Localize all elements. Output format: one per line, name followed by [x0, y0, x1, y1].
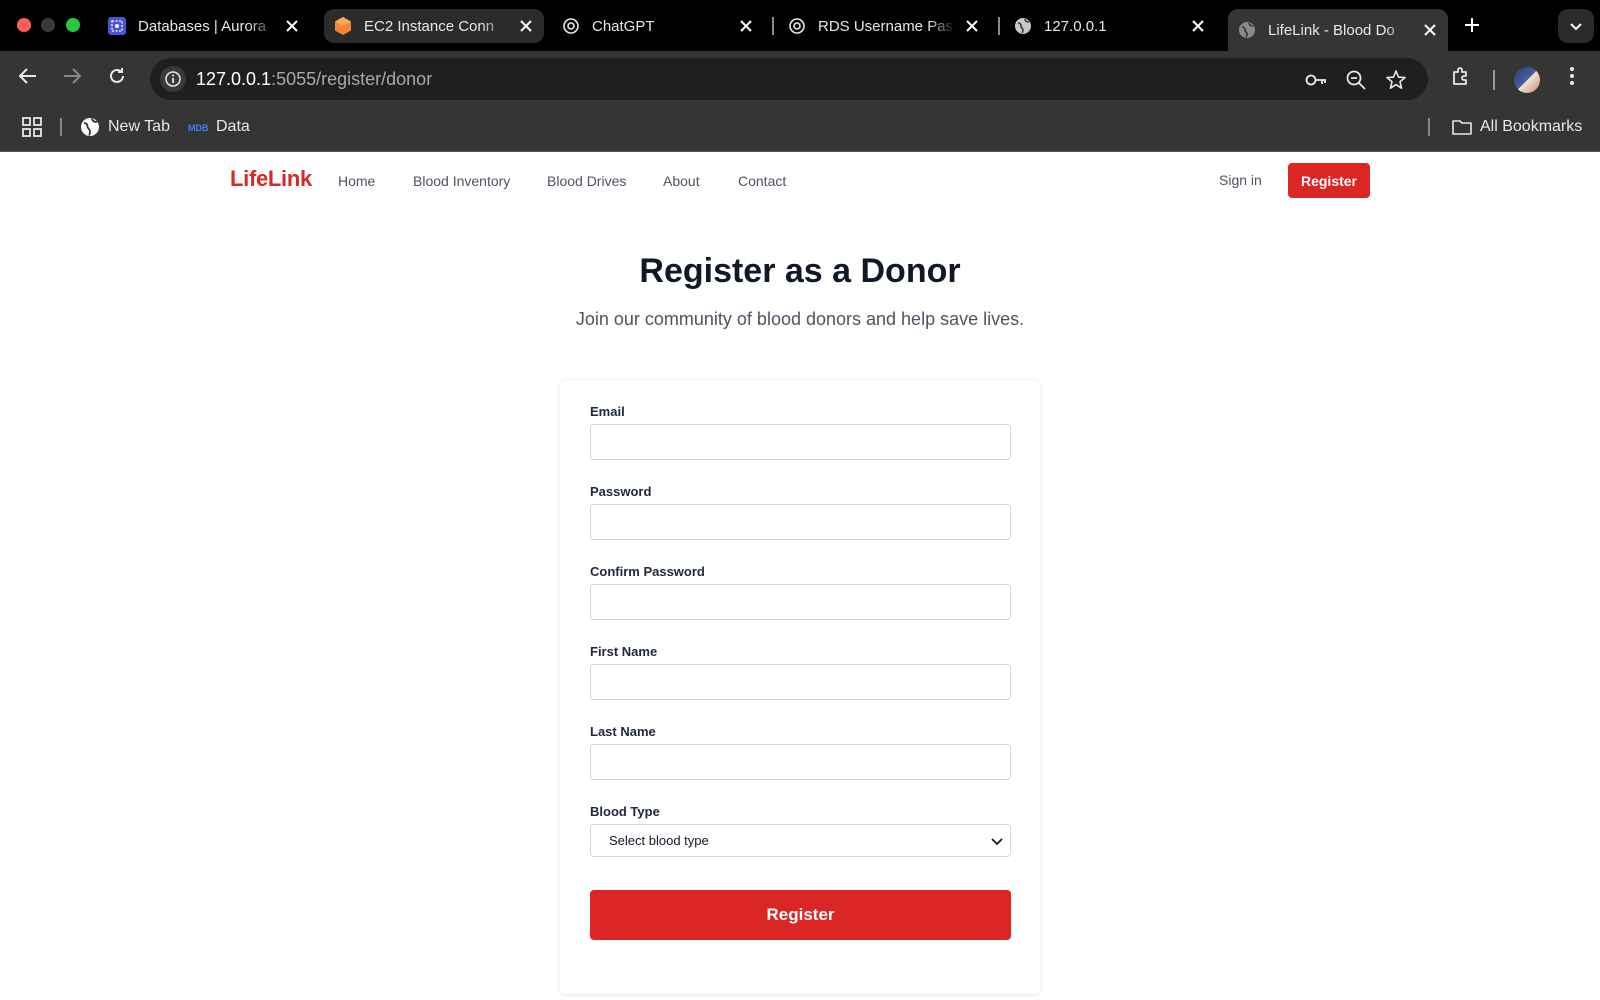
site-header: LifeLink Home Blood Inventory Blood Driv… [0, 152, 1600, 208]
new-tab-button[interactable] [1460, 13, 1484, 37]
profile-avatar[interactable] [1514, 67, 1540, 93]
nav-blood-inventory[interactable]: Blood Inventory [413, 173, 510, 189]
url-host: 127.0.0.1 [196, 69, 272, 89]
browser-menu-button[interactable] [1558, 62, 1586, 90]
close-icon[interactable] [1422, 22, 1438, 38]
puzzle-icon [1453, 67, 1467, 85]
reload-button[interactable] [103, 62, 131, 90]
email-label: Email [590, 404, 625, 419]
browser-tab-active[interactable]: LifeLink - Blood Do [1228, 9, 1448, 51]
sign-in-link[interactable]: Sign in [1219, 172, 1262, 188]
close-icon[interactable] [738, 18, 754, 34]
close-icon[interactable] [1190, 18, 1206, 34]
tab-title: RDS Username Pas [818, 17, 954, 35]
bookmark-new-tab[interactable]: New Tab [80, 115, 170, 139]
url-path: :5055/register/donor [271, 69, 433, 89]
bookmark-data[interactable]: MDB Data [188, 115, 250, 139]
password-label: Password [590, 484, 652, 499]
svg-text:MDB: MDB [188, 123, 208, 133]
browser-tab[interactable]: ChatGPT [552, 9, 764, 43]
globe-icon [1238, 21, 1256, 39]
nav-home[interactable]: Home [338, 173, 375, 189]
tab-separator [998, 17, 1000, 35]
nav-contact[interactable]: Contact [738, 173, 786, 189]
last-name-field[interactable] [590, 744, 1011, 780]
url-text[interactable]: 127.0.0.1:5055/register/donor [196, 69, 432, 90]
tab-title: 127.0.0.1 [1044, 17, 1107, 35]
close-icon[interactable] [518, 18, 534, 34]
window-minimize-button[interactable] [41, 18, 55, 32]
browser-tab[interactable]: 127.0.0.1 [1004, 9, 1216, 43]
toolbar-separator [1493, 70, 1495, 90]
bookmark-star-icon[interactable] [1384, 68, 1408, 92]
folder-icon [1452, 118, 1472, 136]
aws-ec2-icon [334, 17, 352, 35]
openai-icon [788, 17, 806, 35]
window-maximize-button[interactable] [66, 18, 80, 32]
arrow-left-icon [18, 68, 36, 84]
first-name-label: First Name [590, 644, 658, 659]
bookmark-separator [60, 118, 62, 136]
all-bookmarks-label: All Bookmarks [1480, 118, 1583, 135]
window-close-button[interactable] [17, 18, 31, 32]
chevron-down-icon [1570, 23, 1582, 31]
extensions-button[interactable] [1447, 62, 1475, 90]
tab-title: Databases | Aurora [138, 17, 267, 35]
reload-icon [110, 68, 124, 83]
tab-separator [772, 17, 774, 35]
forward-button[interactable] [58, 62, 86, 90]
chevron-down-icon [991, 838, 1003, 846]
rds-databases-icon [108, 17, 126, 35]
mdb-icon: MDB [188, 121, 208, 133]
bookmark-separator [1428, 118, 1430, 136]
bookmarks-bar: New Tab MDB Data All Bookmarks [0, 101, 1600, 152]
blood-type-label: Blood Type [590, 804, 660, 819]
close-icon[interactable] [284, 18, 300, 34]
password-field[interactable] [590, 504, 1011, 540]
nav-blood-drives[interactable]: Blood Drives [547, 173, 626, 189]
blood-type-selected-value: Select blood type [609, 833, 709, 848]
browser-tab[interactable]: RDS Username Pas [778, 9, 990, 43]
close-icon[interactable] [964, 18, 980, 34]
arrow-right-icon [64, 68, 82, 84]
openai-icon [562, 17, 580, 35]
registration-form: Email Password Confirm Password First Na… [560, 380, 1040, 994]
tab-title: EC2 Instance Conn [364, 17, 495, 35]
page-content: LifeLink Home Blood Inventory Blood Driv… [0, 152, 1600, 1000]
confirm-password-field[interactable] [590, 584, 1011, 620]
tab-title: ChatGPT [592, 17, 655, 35]
bookmark-label: New Tab [108, 118, 170, 135]
more-vertical-icon [1570, 67, 1574, 85]
email-field[interactable] [590, 424, 1011, 460]
browser-tab-bar: Databases | Aurora EC2 Instance Conn Cha… [0, 0, 1600, 51]
last-name-label: Last Name [590, 724, 656, 739]
site-info-icon[interactable] [160, 66, 186, 92]
bookmark-label: Data [216, 118, 250, 135]
back-button[interactable] [14, 62, 42, 90]
globe-icon [1014, 17, 1032, 35]
blood-type-select[interactable]: Select blood type [590, 824, 1011, 857]
browser-tab[interactable]: Databases | Aurora [98, 9, 310, 43]
globe-icon [80, 117, 100, 137]
browser-tab[interactable]: EC2 Instance Conn [324, 9, 544, 43]
tab-search-button[interactable] [1558, 9, 1594, 43]
zoom-icon[interactable] [1344, 68, 1368, 92]
plus-icon [1465, 18, 1479, 32]
address-bar[interactable]: 127.0.0.1:5055/register/donor [150, 58, 1428, 100]
first-name-field[interactable] [590, 664, 1011, 700]
site-logo[interactable]: LifeLink [230, 166, 312, 192]
browser-toolbar: 127.0.0.1:5055/register/donor [0, 51, 1600, 101]
confirm-password-label: Confirm Password [590, 564, 705, 579]
page-title: Register as a Donor [639, 252, 961, 290]
register-nav-button[interactable]: Register [1288, 163, 1370, 198]
apps-grid-icon[interactable] [22, 115, 42, 139]
tab-title: LifeLink - Blood Do [1268, 21, 1395, 39]
page-subtitle: Join our community of blood donors and h… [575, 309, 1025, 329]
register-submit-button[interactable]: Register [590, 890, 1011, 940]
nav-about[interactable]: About [663, 173, 700, 189]
all-bookmarks-button[interactable]: All Bookmarks [1452, 115, 1582, 139]
password-key-icon[interactable] [1304, 68, 1328, 92]
